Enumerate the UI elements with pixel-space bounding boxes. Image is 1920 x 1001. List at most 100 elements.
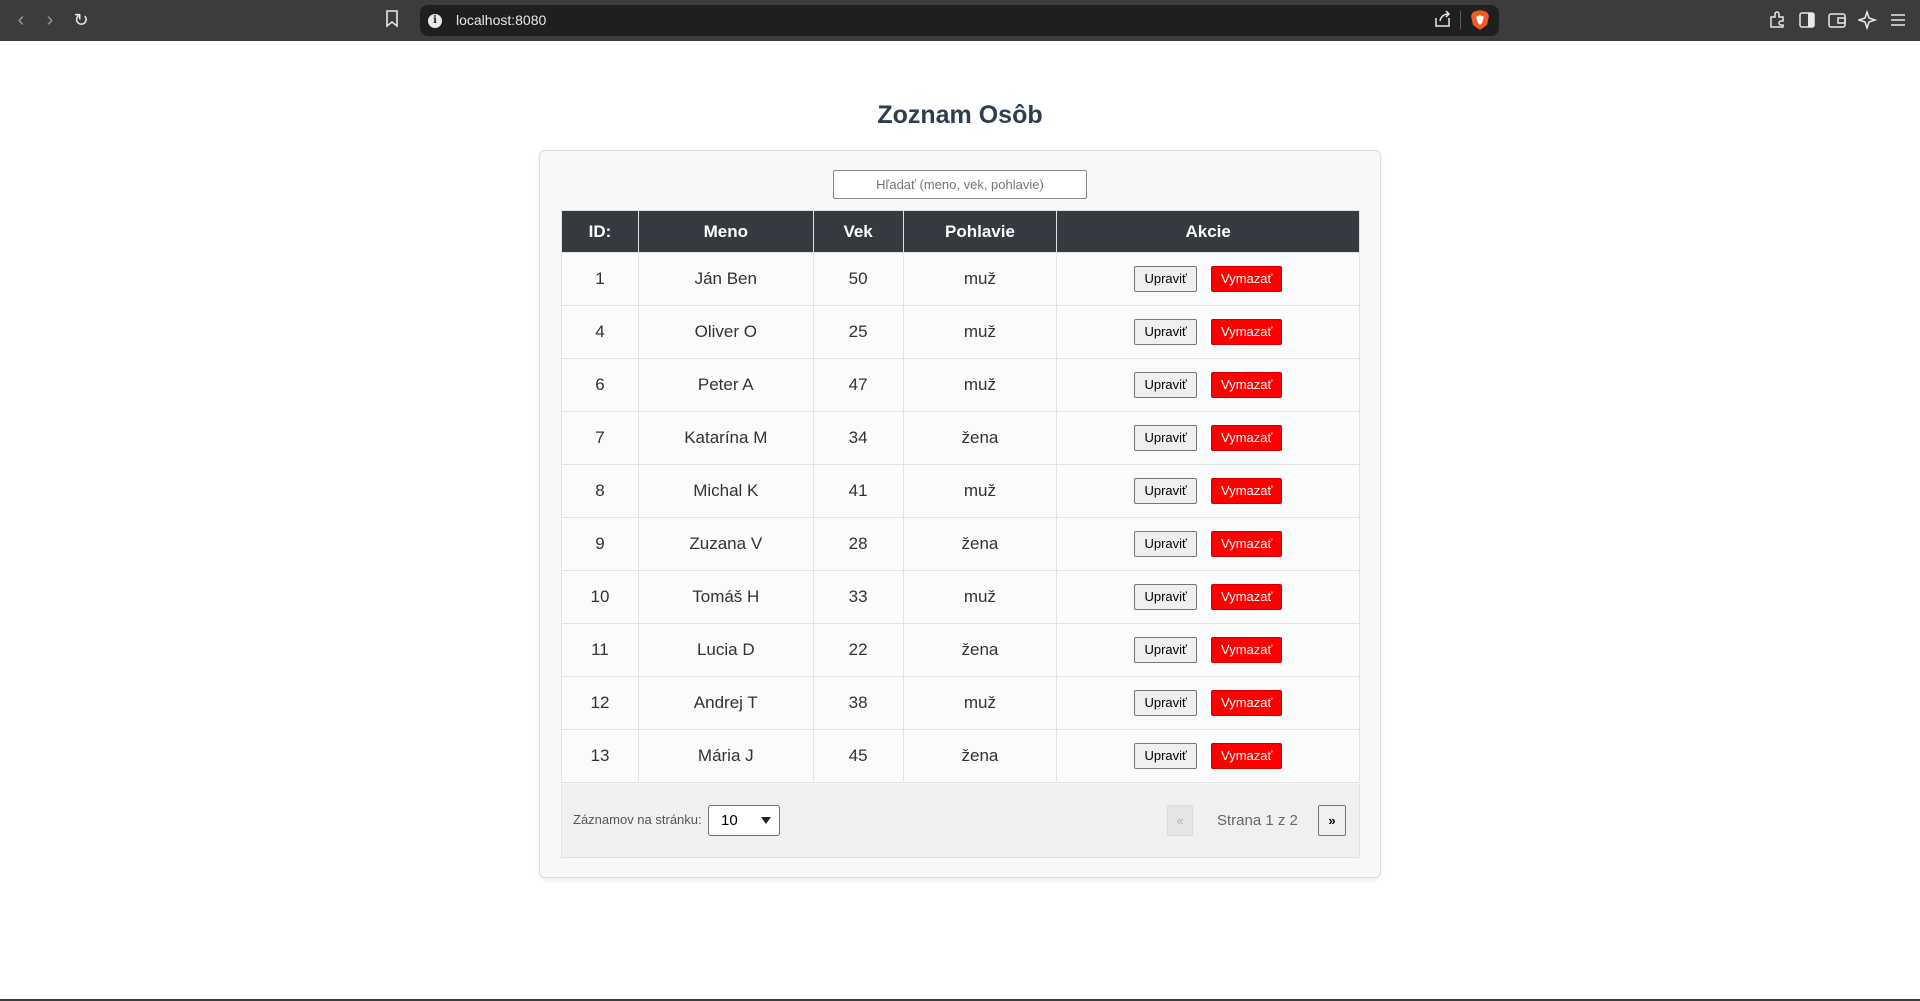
per-page-select[interactable]: 10 — [708, 805, 780, 836]
edit-button[interactable]: Upraviť — [1134, 584, 1198, 610]
table-row: 8 Michal K 41 muž Upraviť Vymazať — [561, 464, 1360, 518]
bookmark-icon[interactable] — [385, 10, 399, 28]
page-title: Zoznam Osôb — [877, 101, 1043, 129]
delete-button[interactable]: Vymazať — [1211, 372, 1283, 398]
cell-gender: žena — [902, 623, 1058, 677]
cell-gender: žena — [902, 517, 1058, 571]
sidebar-icon[interactable] — [1797, 10, 1817, 30]
cell-age: 41 — [812, 464, 904, 518]
header-name[interactable]: Meno — [637, 210, 814, 253]
cell-gender: muž — [902, 358, 1058, 412]
per-page-value: 10 — [721, 812, 738, 829]
wallet-icon[interactable] — [1827, 10, 1847, 30]
url-divider — [1460, 11, 1461, 29]
site-info-icon[interactable]: i — [428, 14, 442, 28]
cell-age: 50 — [812, 252, 904, 306]
edit-button[interactable]: Upraviť — [1134, 690, 1198, 716]
cell-actions: Upraviť Vymazať — [1056, 305, 1360, 359]
brave-shield-icon[interactable] — [1470, 9, 1490, 31]
cell-id: 7 — [561, 411, 639, 465]
per-page-label: Záznamov na stránku: — [573, 812, 702, 827]
cell-actions: Upraviť Vymazať — [1056, 623, 1360, 677]
cell-gender: muž — [902, 464, 1058, 518]
header-gender[interactable]: Pohlavie — [902, 210, 1058, 253]
edit-button[interactable]: Upraviť — [1134, 266, 1198, 292]
cell-gender: muž — [902, 305, 1058, 359]
header-id[interactable]: ID: — [561, 210, 639, 253]
cell-id: 9 — [561, 517, 639, 571]
table-row: 7 Katarína M 34 žena Upraviť Vymazať — [561, 411, 1360, 465]
cell-id: 10 — [561, 570, 639, 624]
browser-toolbar: ‹ › ↻ i localhost:8080 — [0, 0, 1920, 41]
chevron-down-icon — [761, 817, 771, 824]
cell-age: 45 — [812, 729, 904, 783]
header-age[interactable]: Vek — [812, 210, 904, 253]
cell-name: Michal K — [637, 464, 814, 518]
delete-button[interactable]: Vymazať — [1211, 478, 1283, 504]
cell-actions: Upraviť Vymazať — [1056, 517, 1360, 571]
menu-icon[interactable] — [1888, 10, 1908, 30]
delete-button[interactable]: Vymazať — [1211, 743, 1283, 769]
delete-button[interactable]: Vymazať — [1211, 425, 1283, 451]
table-row: 13 Mária J 45 žena Upraviť Vymazať — [561, 729, 1360, 783]
edit-button[interactable]: Upraviť — [1134, 372, 1198, 398]
page-info: Strana 1 z 2 — [1217, 812, 1298, 829]
delete-button[interactable]: Vymazať — [1211, 319, 1283, 345]
back-icon[interactable]: ‹ — [9, 8, 33, 32]
cell-actions: Upraviť Vymazať — [1056, 358, 1360, 412]
cell-name: Andrej T — [637, 676, 814, 730]
edit-button[interactable]: Upraviť — [1134, 531, 1198, 557]
cell-name: Katarína M — [637, 411, 814, 465]
persons-table: ID: Meno Vek Pohlavie Akcie 1 Ján Ben 50 mu… — [561, 210, 1360, 783]
delete-button[interactable]: Vymazať — [1211, 584, 1283, 610]
delete-button[interactable]: Vymazať — [1211, 266, 1283, 292]
cell-actions: Upraviť Vymazať — [1056, 676, 1360, 730]
edit-button[interactable]: Upraviť — [1134, 637, 1198, 663]
cell-id: 13 — [561, 729, 639, 783]
edit-button[interactable]: Upraviť — [1134, 743, 1198, 769]
delete-button[interactable]: Vymazať — [1211, 531, 1283, 557]
header-actions: Akcie — [1056, 210, 1360, 253]
forward-icon[interactable]: › — [38, 8, 62, 32]
delete-button[interactable]: Vymazať — [1211, 690, 1283, 716]
cell-id: 12 — [561, 676, 639, 730]
cell-name: Zuzana V — [637, 517, 814, 571]
address-bar[interactable] — [420, 5, 1499, 36]
share-icon[interactable] — [1434, 10, 1452, 28]
cell-id: 4 — [561, 305, 639, 359]
table-row: 6 Peter A 47 muž Upraviť Vymazať — [561, 358, 1360, 412]
table-row: 9 Zuzana V 28 žena Upraviť Vymazať — [561, 517, 1360, 571]
cell-name: Mária J — [637, 729, 814, 783]
prev-page-button[interactable]: « — [1167, 805, 1193, 836]
cell-age: 38 — [812, 676, 904, 730]
cell-actions: Upraviť Vymazať — [1056, 464, 1360, 518]
edit-button[interactable]: Upraviť — [1134, 319, 1198, 345]
cell-actions: Upraviť Vymazať — [1056, 570, 1360, 624]
cell-gender: muž — [902, 570, 1058, 624]
cell-id: 11 — [561, 623, 639, 677]
extensions-icon[interactable] — [1767, 10, 1787, 30]
table-body: 1 Ján Ben 50 muž Upraviť Vymazať 4 Oliver O 25 mu… — [561, 252, 1360, 783]
delete-button[interactable]: Vymazať — [1211, 637, 1283, 663]
leo-ai-icon[interactable] — [1858, 10, 1878, 30]
cell-name: Peter A — [637, 358, 814, 412]
cell-age: 25 — [812, 305, 904, 359]
next-page-button[interactable]: » — [1318, 805, 1346, 836]
url-text[interactable]: localhost:8080 — [456, 12, 546, 28]
cell-gender: žena — [902, 411, 1058, 465]
table-header-row: ID: Meno Vek Pohlavie Akcie — [561, 210, 1360, 253]
table-row: 11 Lucia D 22 žena Upraviť Vymazať — [561, 623, 1360, 677]
cell-age: 28 — [812, 517, 904, 571]
cell-gender: muž — [902, 676, 1058, 730]
cell-actions: Upraviť Vymazať — [1056, 729, 1360, 783]
cell-gender: muž — [902, 252, 1058, 306]
edit-button[interactable]: Upraviť — [1134, 478, 1198, 504]
cell-actions: Upraviť Vymazať — [1056, 411, 1360, 465]
table-row: 4 Oliver O 25 muž Upraviť Vymazať — [561, 305, 1360, 359]
edit-button[interactable]: Upraviť — [1134, 425, 1198, 451]
cell-name: Lucia D — [637, 623, 814, 677]
cell-actions: Upraviť Vymazať — [1056, 252, 1360, 306]
table-row: 10 Tomáš H 33 muž Upraviť Vymazať — [561, 570, 1360, 624]
reload-icon[interactable]: ↻ — [69, 8, 93, 32]
search-input[interactable] — [833, 170, 1087, 199]
